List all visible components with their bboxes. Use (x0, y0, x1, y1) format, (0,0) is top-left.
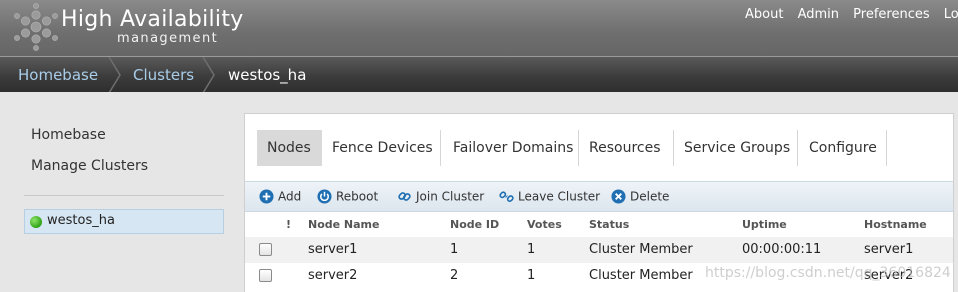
cell-votes: 1 (527, 268, 536, 283)
main-panel: Nodes Fence Devices Failover Domains Res… (244, 113, 954, 292)
tab-fence-devices[interactable]: Fence Devices (322, 130, 441, 166)
table-header: ! Node Name Node ID Votes Status Uptime … (245, 212, 953, 237)
app-subtitle: management (117, 31, 219, 46)
col-node-id[interactable]: Node ID (450, 218, 499, 231)
power-icon (317, 189, 332, 204)
breadcrumb-clusters[interactable]: Clusters (133, 66, 194, 84)
app-title: High Availability (61, 7, 244, 32)
col-alert[interactable]: ! (286, 218, 291, 231)
table-row[interactable]: server2 2 1 Cluster Member server2 (245, 263, 953, 289)
add-icon (259, 189, 274, 204)
tab-service-groups[interactable]: Service Groups (674, 130, 798, 166)
nav-about-link[interactable]: About (745, 7, 783, 22)
add-label: Add (278, 189, 302, 204)
row-checkbox[interactable] (259, 269, 272, 282)
unlink-icon (499, 191, 514, 203)
delete-label: Delete (630, 189, 670, 204)
tab-resources[interactable]: Resources (579, 130, 674, 166)
breadcrumb-current: westos_ha (228, 66, 307, 84)
cell-hostname: server1 (864, 242, 914, 257)
reboot-label: Reboot (336, 189, 379, 204)
tab-configure[interactable]: Configure (798, 130, 887, 166)
nav-preferences-link[interactable]: Preferences (853, 7, 929, 22)
col-votes[interactable]: Votes (527, 218, 562, 231)
sidebar-item-homebase[interactable]: Homebase (31, 127, 106, 143)
join-cluster-button[interactable]: Join Cluster (397, 189, 484, 204)
link-icon (398, 192, 411, 201)
breadcrumb-chevron-icon (202, 57, 215, 93)
cell-status: Cluster Member (589, 242, 693, 257)
cell-status: Cluster Member (589, 268, 693, 283)
tab-bar: Nodes Fence Devices Failover Domains Res… (245, 130, 953, 166)
add-button[interactable]: Add (259, 189, 301, 204)
sidebar-divider (24, 195, 224, 196)
tab-failover-domains[interactable]: Failover Domains (441, 130, 579, 166)
table-row[interactable]: server1 1 1 Cluster Member 00:00:00:11 s… (245, 237, 953, 263)
cell-votes: 1 (527, 242, 536, 257)
reboot-button[interactable]: Reboot (317, 189, 378, 204)
col-hostname[interactable]: Hostname (864, 218, 927, 231)
cell-node-id: 1 (450, 242, 459, 257)
delete-icon (611, 189, 626, 204)
leave-cluster-label: Leave Cluster (518, 189, 601, 204)
cell-node-name: server1 (308, 242, 358, 257)
col-status[interactable]: Status (589, 218, 629, 231)
col-node-name[interactable]: Node Name (308, 218, 379, 231)
sidebar-item-manage-clusters[interactable]: Manage Clusters (31, 158, 148, 174)
breadcrumb-homebase[interactable]: Homebase (18, 66, 98, 84)
cell-node-id: 2 (450, 268, 459, 283)
row-checkbox[interactable] (259, 243, 272, 256)
logo-icon (14, 3, 58, 51)
leave-cluster-button[interactable]: Leave Cluster (499, 189, 600, 204)
nav-logout-link[interactable]: Logo (944, 7, 958, 22)
delete-button[interactable]: Delete (611, 189, 669, 204)
sidebar: Homebase Manage Clusters westos_ha (0, 92, 236, 292)
col-uptime[interactable]: Uptime (742, 218, 787, 231)
status-dot-icon (30, 216, 42, 228)
sidebar-item-cluster[interactable]: westos_ha (24, 209, 224, 234)
tab-nodes[interactable]: Nodes (257, 130, 322, 166)
cell-node-name: server2 (308, 268, 358, 283)
cell-hostname: server2 (864, 268, 914, 283)
cell-uptime: 00:00:00:11 (742, 242, 822, 257)
node-toolbar: Add Reboot Join Cluster Leave Cluster De… (245, 181, 953, 212)
breadcrumb: Homebase Clusters westos_ha (0, 56, 958, 93)
cluster-name: westos_ha (47, 213, 115, 228)
app-header: High Availability management About Admin… (0, 0, 958, 56)
breadcrumb-chevron-icon (108, 57, 121, 93)
nav-admin-link[interactable]: Admin (798, 7, 839, 22)
top-nav: About Admin Preferences Logo (745, 7, 958, 22)
join-cluster-label: Join Cluster (416, 189, 485, 204)
